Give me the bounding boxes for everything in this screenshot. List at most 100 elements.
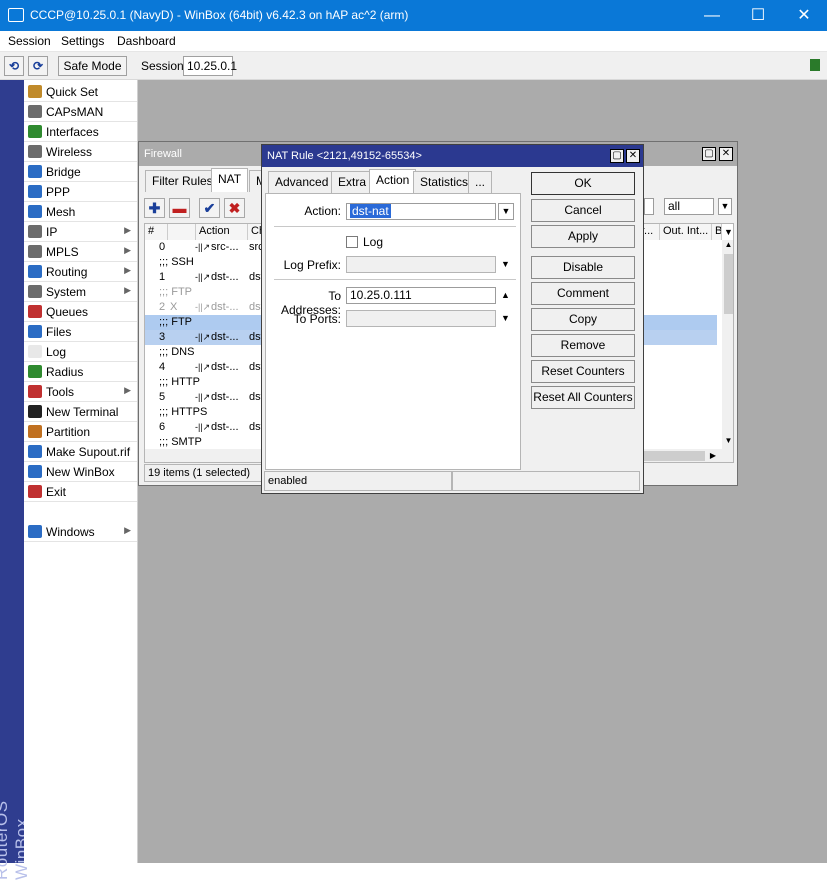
add-icon[interactable]: ✚ [144, 198, 165, 218]
to-ports-dropdown-icon[interactable]: ▼ [501, 313, 510, 323]
ip-icon [28, 225, 42, 238]
cancel-button[interactable]: Cancel [531, 199, 635, 222]
sidebar-item-label: New Terminal [46, 405, 119, 419]
sidebar-item-new-terminal[interactable]: New Terminal [24, 402, 137, 422]
close-button[interactable]: ✕ [781, 0, 827, 31]
col-number[interactable]: # [145, 224, 168, 240]
menu-settings[interactable]: Settings [61, 34, 104, 48]
filter-select[interactable]: all [664, 198, 714, 215]
cell-action: dst-... [211, 271, 239, 283]
cell-flag [170, 420, 180, 435]
sidebar-item-quick-set[interactable]: Quick Set [24, 82, 137, 102]
tab-statistics[interactable]: Statistics [413, 171, 476, 193]
col-out-interface[interactable]: Out. Int... [660, 224, 712, 240]
sidebar-item-bridge[interactable]: Bridge [24, 162, 137, 182]
vertical-scrollbar[interactable]: ▲ ▼ [722, 240, 733, 450]
find-field[interactable] [644, 198, 654, 215]
comment-button[interactable]: Comment [531, 282, 635, 305]
tab-action[interactable]: Action [369, 169, 417, 193]
sidebar-item-mesh[interactable]: Mesh [24, 202, 137, 222]
sidebar-item-log[interactable]: Log [24, 342, 137, 362]
sidebar-item-radius[interactable]: Radius [24, 362, 137, 382]
cell-number: 6 [159, 421, 166, 433]
system-icon [28, 285, 42, 298]
window-titlebar: CCCP@10.25.0.1 (NavyD) - WinBox (64bit) … [0, 0, 827, 31]
nat-rule-close-button[interactable]: ✕ [626, 149, 640, 163]
partition-icon [28, 425, 42, 438]
sidebar-item-ip[interactable]: IP ▶ [24, 222, 137, 242]
sidebar-item-label: Bridge [46, 165, 81, 179]
tab-filter-rules[interactable]: Filter Rules [145, 170, 220, 192]
sidebar-item-tools[interactable]: Tools ▶ [24, 382, 137, 402]
nat-rule-maximize-button[interactable]: ▢ [610, 149, 624, 163]
sidebar-item-partition[interactable]: Partition [24, 422, 137, 442]
remove-button[interactable]: Remove [531, 334, 635, 357]
scroll-thumb[interactable] [724, 254, 733, 314]
wireless-icon [28, 145, 42, 158]
firewall-close-button[interactable]: ✕ [719, 147, 733, 161]
disable-icon[interactable]: ✖ [224, 198, 245, 218]
sidebar-item-exit[interactable]: Exit [24, 482, 137, 502]
sidebar-item-label: Windows [46, 525, 95, 539]
safe-mode-button[interactable]: Safe Mode [58, 56, 127, 76]
cell-number: 1 [159, 271, 166, 283]
redo-button[interactable]: ⟳ [28, 56, 48, 76]
apply-button[interactable]: Apply [531, 225, 635, 248]
log-label: Log [363, 235, 384, 249]
sidebar-item-make-supout-rif[interactable]: Make Supout.rif [24, 442, 137, 462]
scroll-right-icon[interactable]: ▶ [707, 449, 719, 462]
columns-menu-icon[interactable]: ▼ [722, 224, 733, 240]
reset-counters-button[interactable]: Reset Counters [531, 360, 635, 383]
scroll-down-icon[interactable]: ▼ [722, 436, 733, 448]
to-addresses-collapse-icon[interactable]: ▲ [501, 290, 510, 300]
col-bytes[interactable]: B [712, 224, 722, 240]
mpls-icon [28, 245, 42, 258]
cell-number: 0 [159, 241, 166, 253]
log-prefix-dropdown-icon[interactable]: ▼ [501, 259, 510, 269]
to-ports-field[interactable] [346, 310, 496, 327]
sidebar-item-windows[interactable]: Windows ▶ [24, 522, 137, 542]
disable-button[interactable]: Disable [531, 256, 635, 279]
sidebar-item-new-winbox[interactable]: New WinBox [24, 462, 137, 482]
supout-icon [28, 445, 42, 458]
sidebar-item-mpls[interactable]: MPLS ▶ [24, 242, 137, 262]
log-checkbox[interactable] [346, 236, 358, 248]
sidebar-item-routing[interactable]: Routing ▶ [24, 262, 137, 282]
sidebar-item-capsman[interactable]: CAPsMAN [24, 102, 137, 122]
menu-dashboard[interactable]: Dashboard [117, 34, 176, 48]
undo-button[interactable]: ⟲ [4, 56, 24, 76]
sidebar-item-label: New WinBox [46, 465, 115, 479]
sidebar-item-interfaces[interactable]: Interfaces [24, 122, 137, 142]
col-flags[interactable] [168, 224, 196, 240]
ok-button[interactable]: OK [531, 172, 635, 195]
col-action[interactable]: Action [196, 224, 248, 240]
log-prefix-field[interactable] [346, 256, 496, 273]
copy-button[interactable]: Copy [531, 308, 635, 331]
to-addresses-field[interactable]: 10.25.0.111 [346, 287, 496, 304]
tab-advanced[interactable]: Advanced [268, 171, 336, 193]
tab-more-options[interactable]: ... [468, 171, 493, 193]
nat-rule-titlebar[interactable]: NAT Rule <2121,49152-65534> ▢ ✕ [262, 145, 643, 167]
firewall-maximize-button[interactable]: ▢ [702, 147, 716, 161]
cell-action: dst-... [211, 361, 239, 373]
remove-icon[interactable]: ▬ [169, 198, 190, 218]
submenu-arrow-icon: ▶ [124, 225, 131, 235]
sidebar-item-wireless[interactable]: Wireless [24, 142, 137, 162]
reset-all-counters-button[interactable]: Reset All Counters [531, 386, 635, 409]
nat-action-icon: -||↗ [195, 272, 211, 282]
menu-session[interactable]: Session [8, 34, 51, 48]
action-select[interactable]: dst-nat [346, 203, 496, 220]
tab-extra[interactable]: Extra [331, 171, 374, 193]
maximize-button[interactable]: ☐ [735, 0, 781, 31]
minimize-button[interactable]: — [689, 0, 735, 31]
scroll-up-icon[interactable]: ▲ [722, 240, 733, 252]
enable-icon[interactable]: ✔ [199, 198, 220, 218]
filter-dropdown-icon[interactable]: ▼ [718, 198, 732, 215]
sidebar-item-ppp[interactable]: PPP [24, 182, 137, 202]
action-dropdown-icon[interactable]: ▼ [498, 203, 514, 220]
sidebar-item-files[interactable]: Files [24, 322, 137, 342]
sidebar-item-system[interactable]: System ▶ [24, 282, 137, 302]
nat-rule-title: NAT Rule <2121,49152-65534> [267, 150, 422, 162]
tab-nat[interactable]: NAT [211, 168, 249, 192]
sidebar-item-queues[interactable]: Queues [24, 302, 137, 322]
